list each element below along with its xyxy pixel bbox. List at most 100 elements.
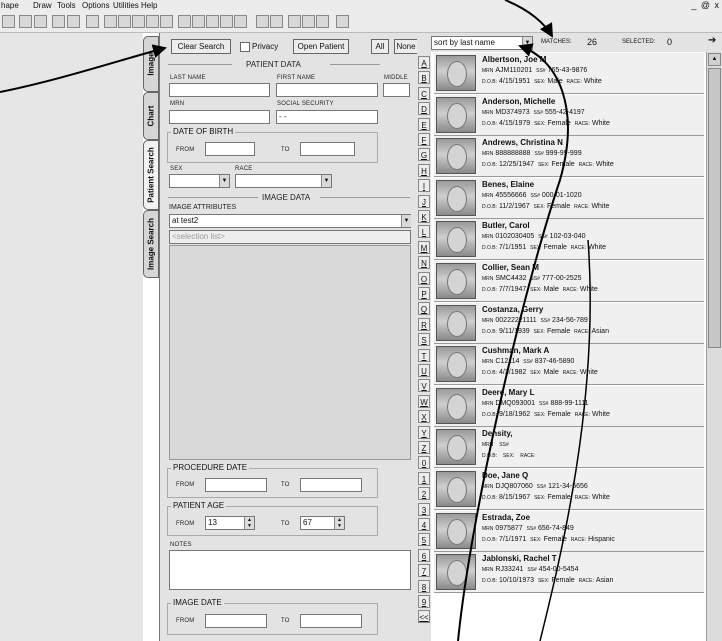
- patient-row[interactable]: Butler, Carol MRN 0102030405 SS# 102-03-040…: [434, 219, 704, 261]
- letter-button-I[interactable]: I: [418, 179, 430, 193]
- patient-row[interactable]: Doe, Jane Q MRN DJQ807060 SS# 121-34-5656 D.…: [434, 469, 704, 510]
- letter-button-M[interactable]: M: [418, 240, 430, 254]
- patient-row[interactable]: Estrada, Zoe MRN 0975877 SS# 656-74-849 D.O.…: [434, 510, 704, 552]
- menu-draw[interactable]: Draw: [33, 1, 52, 10]
- letter-button-P[interactable]: P: [418, 287, 430, 300]
- last-name-input[interactable]: [169, 83, 270, 97]
- sort-select[interactable]: sort by last name ▼: [431, 36, 533, 50]
- patient-list[interactable]: Albertson, Joe M MRN AJM110201 SS# 765-43-9…: [432, 52, 706, 641]
- menu-utilities[interactable]: Utilities: [113, 1, 139, 10]
- sex-select[interactable]: ▼: [169, 174, 230, 188]
- print-icon[interactable]: [2, 15, 15, 28]
- letter-button-R[interactable]: R: [418, 317, 430, 331]
- first-name-input[interactable]: [276, 83, 378, 97]
- tab-chart[interactable]: Chart: [143, 92, 159, 140]
- patient-row[interactable]: Collier, Sean M MRN SMC4432 SS# 777-00-2525…: [434, 261, 704, 302]
- mrn-input[interactable]: [169, 110, 270, 124]
- copy-icon[interactable]: [52, 15, 65, 28]
- letter-button-9[interactable]: 9: [418, 595, 430, 608]
- letter-button-2[interactable]: 2: [418, 487, 430, 501]
- list-scrollbar[interactable]: ▲: [706, 52, 722, 641]
- undo-icon[interactable]: [34, 15, 47, 28]
- patient-row[interactable]: Anderson, Michelle MRN MD374973 SS# 555-42-…: [434, 94, 704, 136]
- tab-image-search[interactable]: Image Search: [143, 210, 159, 278]
- procedure-from-input[interactable]: [205, 478, 267, 492]
- dob-to-input[interactable]: [300, 142, 355, 156]
- grid-icon[interactable]: [146, 15, 159, 28]
- image-to-input[interactable]: [300, 614, 362, 628]
- letter-button-Y[interactable]: Y: [418, 425, 430, 439]
- zoom-in-icon[interactable]: [206, 15, 219, 28]
- letter-button-O[interactable]: O: [418, 271, 430, 285]
- letter-button-S[interactable]: S: [418, 333, 430, 347]
- collapse-arrow-icon[interactable]: ➔: [708, 35, 716, 46]
- clear-search-button[interactable]: Clear Search: [171, 39, 231, 54]
- patient-row[interactable]: Jablonski, Rachel T MRN RJ33241 SS# 454-00-…: [434, 552, 704, 594]
- text-tool-icon[interactable]: [118, 15, 131, 28]
- patient-row[interactable]: Benes, Elaine MRN 45556666 SS# 000-01-1020 D…: [434, 177, 704, 219]
- patient-row[interactable]: Andrews, Christina N MRN 888888888 SS# 999-…: [434, 136, 704, 178]
- patient-row[interactable]: Cushman, Mark A MRN C12114 SS# 837-46-5890 D…: [434, 344, 704, 386]
- window-controls[interactable]: _ @ x: [691, 0, 720, 10]
- open-patient-button[interactable]: Open Patient: [293, 39, 349, 54]
- dob-from-input[interactable]: [205, 142, 255, 156]
- layout-icon[interactable]: [178, 15, 191, 28]
- none-button[interactable]: None: [394, 39, 418, 54]
- patient-row[interactable]: Deere, Mary L MRN DMQ093001 SS# 888-99-1111…: [434, 385, 704, 427]
- age-from-stepper[interactable]: 13 ▲ ▼: [205, 516, 255, 530]
- letter-button-T[interactable]: T: [418, 348, 430, 362]
- letter-button-1[interactable]: 1: [418, 471, 430, 485]
- all-button[interactable]: All: [371, 39, 389, 54]
- privacy-checkbox[interactable]: [240, 42, 250, 52]
- color-wheel-icon[interactable]: [336, 15, 349, 28]
- letter-button-F[interactable]: F: [418, 133, 430, 146]
- brightness-icon[interactable]: [256, 15, 269, 28]
- letter-button-C[interactable]: C: [418, 86, 430, 100]
- image-icon[interactable]: [160, 15, 173, 28]
- letter-button-3[interactable]: 3: [418, 502, 430, 516]
- letter-button-J[interactable]: J: [418, 194, 430, 208]
- letter-button-6[interactable]: 6: [418, 548, 430, 562]
- selection-list[interactable]: <selection list>: [169, 230, 411, 244]
- print-preview-icon[interactable]: [86, 15, 99, 28]
- middle-input[interactable]: [383, 83, 410, 97]
- letter-button-W[interactable]: W: [418, 394, 430, 408]
- chevron-down-icon[interactable]: ▼: [401, 215, 411, 227]
- letter-button-0[interactable]: 0: [418, 456, 430, 470]
- zoom-out-icon[interactable]: [220, 15, 233, 28]
- letter-button-B[interactable]: B: [418, 71, 430, 85]
- save-icon[interactable]: [19, 15, 32, 28]
- letter-button-5[interactable]: 5: [418, 533, 430, 547]
- tab-image[interactable]: Image: [143, 36, 159, 92]
- letter-button-U[interactable]: U: [418, 364, 430, 377]
- paste-icon[interactable]: [67, 15, 80, 28]
- menu-shape[interactable]: hape: [1, 1, 19, 10]
- letter-button-L[interactable]: L: [418, 225, 430, 239]
- patient-row[interactable]: Density, MRN SS# D.O.B: SEX: RACE:: [434, 427, 704, 469]
- letter-button-K[interactable]: K: [418, 210, 430, 223]
- pen-icon[interactable]: [316, 15, 329, 28]
- image-from-input[interactable]: [205, 614, 267, 628]
- patient-row[interactable]: Albertson, Joe M MRN AJM110201 SS# 765-43-9…: [434, 53, 704, 94]
- letter-button-D[interactable]: D: [418, 102, 430, 116]
- letter-button-N[interactable]: N: [418, 256, 430, 270]
- ssn-input[interactable]: - -: [276, 110, 378, 124]
- menu-help[interactable]: Help: [141, 1, 157, 10]
- image-attributes-select[interactable]: at test2: [169, 214, 411, 228]
- letter-button-V[interactable]: V: [418, 379, 430, 393]
- text-a-icon[interactable]: [288, 15, 301, 28]
- letter-button-E[interactable]: E: [418, 117, 430, 131]
- age-to-stepper[interactable]: 67 ▲ ▼: [300, 516, 345, 530]
- letter-button-X[interactable]: X: [418, 410, 430, 424]
- arrow-tool-icon[interactable]: [234, 15, 247, 28]
- procedure-to-input[interactable]: [300, 478, 362, 492]
- letter-button-Q[interactable]: Q: [418, 302, 430, 316]
- line-tool-icon[interactable]: [104, 15, 117, 28]
- contrast-icon[interactable]: [270, 15, 283, 28]
- measure-icon[interactable]: [302, 15, 315, 28]
- letter-button-G[interactable]: G: [418, 148, 430, 162]
- notes-textarea[interactable]: [169, 550, 411, 590]
- letter-button-back[interactable]: <<: [418, 610, 430, 624]
- letter-button-A[interactable]: A: [418, 56, 430, 69]
- menu-options[interactable]: Options: [82, 1, 110, 10]
